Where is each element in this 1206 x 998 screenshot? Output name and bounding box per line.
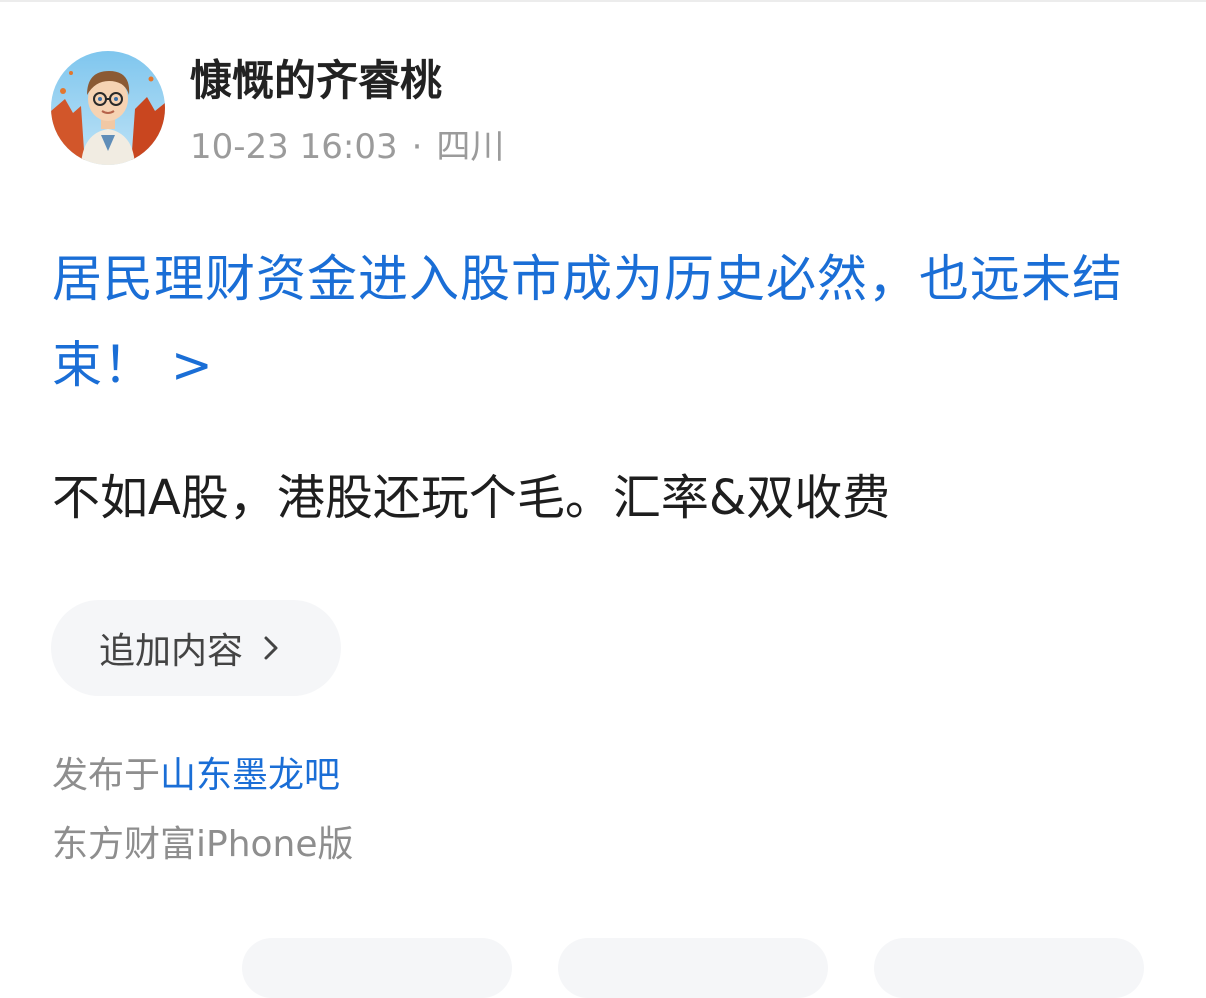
chevron-right-icon — [263, 635, 279, 661]
author-name[interactable]: 慷慨的齐睿桃 — [190, 56, 442, 106]
post-body: 不如A股，港股还玩个毛。汇率&双收费 — [52, 470, 891, 526]
bottom-action-button-3[interactable] — [874, 938, 1144, 998]
append-content-label: 追加内容 — [99, 631, 244, 672]
published-in: 发布于山东墨龙吧 — [52, 753, 340, 799]
published-prefix: 发布于 — [52, 755, 161, 796]
bottom-action-button-1[interactable] — [242, 938, 512, 998]
post-meta: 10-23 16:03 · 四川 — [190, 126, 504, 168]
top-divider — [0, 0, 1206, 2]
post-location: 四川 — [436, 127, 505, 167]
forum-link[interactable]: 山东墨龙吧 — [160, 755, 340, 796]
author-avatar[interactable] — [51, 51, 165, 165]
append-content-button[interactable]: 追加内容 — [51, 600, 341, 696]
meta-separator: · — [411, 127, 423, 167]
article-title-link[interactable]: 居民理财资金进入股市成为历史必然，也远未结束！ > — [52, 236, 1162, 408]
avatar-image — [51, 51, 165, 165]
post-time: 10-23 16:03 — [190, 127, 398, 167]
client-source: 东方财富iPhone版 — [52, 824, 354, 865]
bottom-action-button-2[interactable] — [558, 938, 828, 998]
